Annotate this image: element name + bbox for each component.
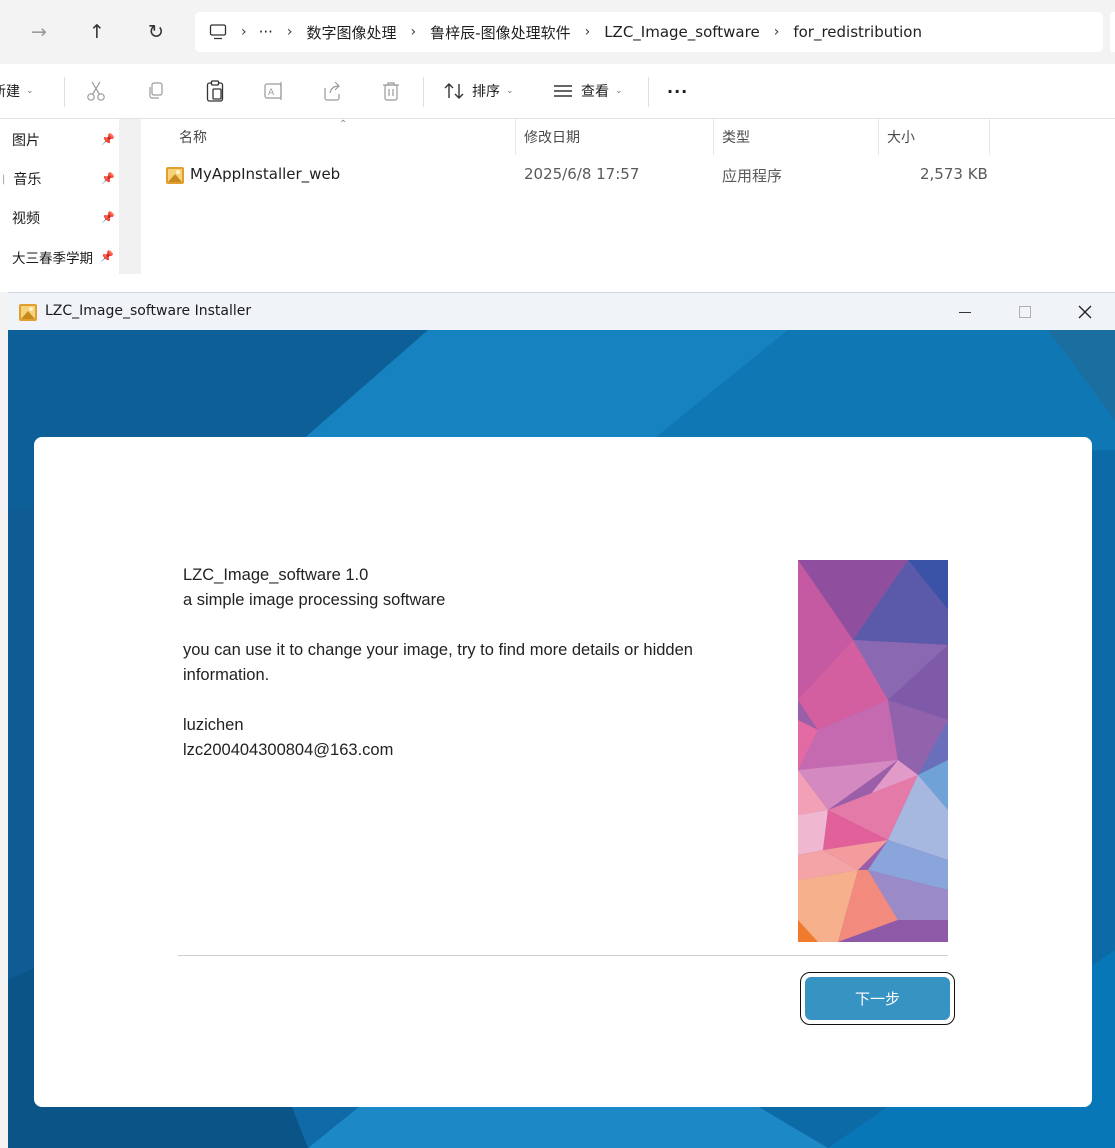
refresh-icon[interactable]: ↻: [142, 18, 170, 46]
quick-access-label: 图片: [12, 133, 40, 149]
quick-access-scrollbar[interactable]: [119, 119, 141, 274]
copy-icon[interactable]: [146, 78, 166, 104]
file-size: 2,573 KB: [920, 165, 988, 183]
quick-access-pane: 图片 📌 | 音乐 📌 视频 📌 大三春季学期 📌: [0, 119, 119, 274]
column-header-size[interactable]: 大小: [887, 127, 915, 147]
view-button-label: 查看: [581, 84, 609, 100]
maximize-button[interactable]: [995, 293, 1055, 331]
music-icon: |: [2, 173, 6, 185]
column-divider[interactable]: [713, 119, 714, 155]
quick-access-item[interactable]: 图片: [12, 129, 40, 151]
chevron-down-icon: ⌄: [26, 86, 34, 96]
computer-icon: [209, 24, 227, 40]
installer-app-icon: [165, 165, 185, 185]
installer-window: LZC_Image_software Installer LZC_Image_s…: [8, 292, 1115, 1148]
breadcrumb-overflow[interactable]: ···: [259, 23, 273, 41]
product-tagline: a simple image processing software: [183, 591, 446, 609]
sort-ascending-icon: ⌃: [339, 119, 348, 130]
address-row: → ↑ ↻ › ··· › 数字图像处理 › 鲁梓辰-图像处理软件 › LZC_…: [0, 0, 1115, 64]
maximize-icon: [1019, 306, 1031, 318]
more-options-button[interactable]: ···: [667, 78, 688, 104]
quick-access-label: 视频: [12, 211, 40, 227]
minimize-icon: [959, 312, 971, 313]
paste-icon[interactable]: [205, 78, 225, 104]
sort-button[interactable]: 排序 ⌄: [444, 78, 514, 104]
content-divider: [178, 955, 948, 956]
title-bar[interactable]: LZC_Image_software Installer: [8, 292, 1115, 330]
toolbar-divider: [423, 77, 424, 107]
cut-icon[interactable]: [86, 78, 106, 104]
product-info: LZC_Image_software 1.0 a simple image pr…: [183, 563, 763, 763]
column-divider[interactable]: [989, 119, 990, 155]
quick-access-label: 音乐: [13, 172, 42, 188]
breadcrumb-separator: ›: [410, 24, 417, 40]
delete-icon[interactable]: [382, 78, 400, 104]
installer-banner-image: [798, 560, 948, 942]
up-arrow-icon[interactable]: ↑: [83, 18, 111, 46]
product-description: you can use it to change your image, try…: [183, 641, 693, 659]
breadcrumb-item[interactable]: for_redistribution: [793, 23, 922, 41]
breadcrumb-item[interactable]: 数字图像处理: [307, 22, 397, 43]
quick-access-item[interactable]: 大三春季学期: [12, 246, 93, 268]
installer-card: LZC_Image_software 1.0 a simple image pr…: [34, 437, 1092, 1107]
column-header-modified[interactable]: 修改日期: [524, 127, 580, 147]
view-button[interactable]: 查看 ⌄: [553, 78, 623, 104]
address-bar[interactable]: › ··· › 数字图像处理 › 鲁梓辰-图像处理软件 › LZC_Image_…: [195, 12, 1103, 52]
rename-icon[interactable]: A: [263, 78, 285, 104]
chevron-down-icon: ⌄: [506, 86, 514, 96]
table-row[interactable]: MyAppInstaller_web 2025/6/8 17:57 应用程序 2…: [141, 161, 1115, 189]
pin-icon[interactable]: 📌: [100, 250, 114, 263]
toolbar-divider: [648, 77, 649, 107]
file-list: ⌃ 名称 修改日期 类型 大小 MyAppInstaller_web 2025/…: [141, 119, 1115, 292]
quick-access-item[interactable]: 视频: [12, 207, 40, 229]
new-button[interactable]: 新建 ⌄: [0, 78, 34, 104]
search-box-edge[interactable]: [1110, 12, 1115, 52]
pin-icon[interactable]: 📌: [101, 172, 115, 185]
sort-button-label: 排序: [472, 84, 500, 100]
installer-app-icon: [18, 302, 38, 322]
column-header-type[interactable]: 类型: [722, 127, 750, 147]
close-button[interactable]: [1055, 293, 1115, 331]
file-modified: 2025/6/8 17:57: [524, 165, 640, 183]
new-button-label: 新建: [0, 84, 20, 100]
product-name: LZC_Image_software 1.0: [183, 566, 369, 584]
breadcrumb-separator: ›: [773, 24, 780, 40]
breadcrumb-item[interactable]: LZC_Image_software: [604, 23, 760, 41]
chevron-down-icon: ⌄: [615, 86, 623, 96]
file-explorer-window: → ↑ ↻ › ··· › 数字图像处理 › 鲁梓辰-图像处理软件 › LZC_…: [0, 0, 1115, 292]
share-icon[interactable]: [322, 78, 342, 104]
breadcrumb-item[interactable]: 鲁梓辰-图像处理软件: [430, 22, 570, 43]
breadcrumb-separator: ›: [286, 24, 293, 40]
back-arrow-icon[interactable]: →: [25, 18, 53, 46]
breadcrumb-separator: ›: [241, 24, 247, 40]
quick-access-label: 大三春季学期: [12, 251, 93, 267]
sort-icon: [444, 83, 464, 99]
view-list-icon: [554, 85, 572, 97]
quick-access-item[interactable]: | 音乐: [2, 168, 42, 190]
pin-icon[interactable]: 📌: [101, 133, 115, 146]
next-button-focus-ring: 下一步: [800, 972, 955, 1025]
author-email: lzc200404300804@163.com: [183, 741, 394, 759]
column-header-name[interactable]: 名称: [179, 127, 207, 147]
window-title: LZC_Image_software Installer: [45, 303, 252, 319]
svg-text:A: A: [268, 88, 275, 98]
column-divider[interactable]: [878, 119, 879, 155]
file-name: MyAppInstaller_web: [190, 165, 341, 183]
close-icon: [1078, 305, 1092, 319]
column-divider[interactable]: [515, 119, 516, 155]
minimize-button[interactable]: [935, 293, 995, 331]
author-name: luzichen: [183, 716, 244, 734]
next-button[interactable]: 下一步: [805, 977, 950, 1020]
pin-icon[interactable]: 📌: [101, 211, 115, 224]
breadcrumb-separator: ›: [584, 24, 591, 40]
file-type: 应用程序: [722, 167, 783, 185]
command-bar: 新建 ⌄ A 排序 ⌄ 查看 ⌄: [0, 64, 1115, 119]
toolbar-divider: [64, 77, 65, 107]
product-description: information.: [183, 666, 270, 684]
installer-background: LZC_Image_software 1.0 a simple image pr…: [8, 330, 1115, 1148]
